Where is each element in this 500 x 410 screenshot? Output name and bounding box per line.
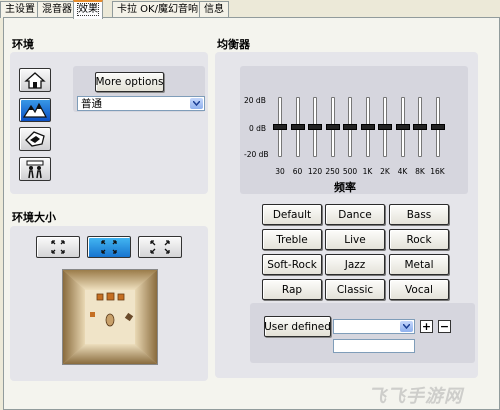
shape-icon <box>25 131 45 147</box>
preset-treble-button[interactable]: Treble <box>262 229 322 250</box>
room-preview <box>62 269 158 365</box>
tab-mixer[interactable]: 混音器 <box>37 1 77 18</box>
preset-vocal-button[interactable]: Vocal <box>389 279 449 300</box>
remove-preset-button[interactable]: − <box>438 320 451 333</box>
tab-bar: 主设置 混音器 效果 卡拉 OK/魔幻音响 信息 <box>0 0 500 19</box>
db-label-bottom: -20 dB <box>244 150 269 159</box>
chevron-down-icon <box>400 321 413 332</box>
env-mountains-button[interactable] <box>19 98 51 122</box>
preset-dance-button[interactable]: Dance <box>325 204 385 225</box>
tab-main-settings[interactable]: 主设置 <box>0 1 40 18</box>
add-preset-button[interactable]: + <box>420 320 433 333</box>
environment-size-title: 环境大小 <box>12 211 56 224</box>
db-label-zero: 0 dB <box>249 124 267 133</box>
arrows-large-icon <box>150 240 170 254</box>
environment-select[interactable]: 普通 <box>77 96 205 111</box>
eq-slider-knob[interactable] <box>430 124 445 130</box>
eq-slider-knob[interactable] <box>378 124 392 130</box>
mountains-icon <box>23 102 47 118</box>
eq-slider-8K[interactable] <box>413 97 427 157</box>
eq-slider-250[interactable] <box>325 97 340 157</box>
frequency-axis-label: 频率 <box>334 181 356 194</box>
house-icon <box>24 72 46 89</box>
preset-classic-button[interactable]: Classic <box>325 279 385 300</box>
environment-title: 环境 <box>12 38 34 51</box>
env-shape-button[interactable] <box>19 127 51 151</box>
eq-slider-500[interactable] <box>343 97 357 157</box>
eq-slider-knob[interactable] <box>308 124 322 130</box>
chevron-down-icon <box>190 98 203 109</box>
more-options-button[interactable]: More options <box>95 72 164 92</box>
preset-soft-rock-button[interactable]: Soft-Rock <box>262 254 322 275</box>
preset-bass-button[interactable]: Bass <box>389 204 449 225</box>
preset-live-button[interactable]: Live <box>325 229 385 250</box>
eq-slider-knob[interactable] <box>325 124 340 130</box>
eq-slider-120[interactable] <box>308 97 322 157</box>
equalizer-title: 均衡器 <box>217 38 250 51</box>
room-preview-image <box>63 270 157 364</box>
size-small-button[interactable] <box>36 236 80 258</box>
eq-freq-label: 16K <box>430 167 445 176</box>
environment-select-value: 普通 <box>81 98 102 110</box>
eq-slider-knob[interactable] <box>273 124 287 130</box>
people-icon <box>26 160 44 179</box>
eq-slider-knob[interactable] <box>360 124 375 130</box>
arrows-medium-icon <box>101 240 117 254</box>
preset-rap-button[interactable]: Rap <box>262 279 322 300</box>
user-preset-select[interactable] <box>333 319 415 334</box>
preset-name-input[interactable] <box>333 339 415 353</box>
eq-slider-knob[interactable] <box>290 124 305 130</box>
eq-slider-knob[interactable] <box>395 124 410 130</box>
watermark-logo: 飞飞手游网 <box>368 386 463 407</box>
tab-effects[interactable]: 效果 <box>73 0 103 19</box>
tab-karaoke[interactable]: 卡拉 OK/魔幻音响 <box>112 1 203 18</box>
eq-slider-knob[interactable] <box>413 124 427 130</box>
eq-slider-16K[interactable] <box>430 97 445 157</box>
preset-default-button[interactable]: Default <box>262 204 322 225</box>
size-large-button[interactable] <box>138 236 182 258</box>
preset-metal-button[interactable]: Metal <box>389 254 449 275</box>
tab-info[interactable]: 信息 <box>199 1 229 18</box>
preset-jazz-button[interactable]: Jazz <box>325 254 385 275</box>
preset-rock-button[interactable]: Rock <box>389 229 449 250</box>
size-medium-button[interactable] <box>87 236 131 258</box>
eq-slider-30[interactable] <box>273 97 287 157</box>
eq-slider-1K[interactable] <box>360 97 375 157</box>
eq-slider-knob[interactable] <box>343 124 357 130</box>
env-people-button[interactable] <box>19 157 51 181</box>
eq-slider-60[interactable] <box>290 97 305 157</box>
user-defined-button[interactable]: User defined <box>264 316 331 337</box>
db-label-top: 20 dB <box>244 96 266 105</box>
eq-slider-4K[interactable] <box>395 97 410 157</box>
arrows-small-icon <box>51 240 65 254</box>
env-house-button[interactable] <box>19 68 51 92</box>
eq-slider-2K[interactable] <box>378 97 392 157</box>
